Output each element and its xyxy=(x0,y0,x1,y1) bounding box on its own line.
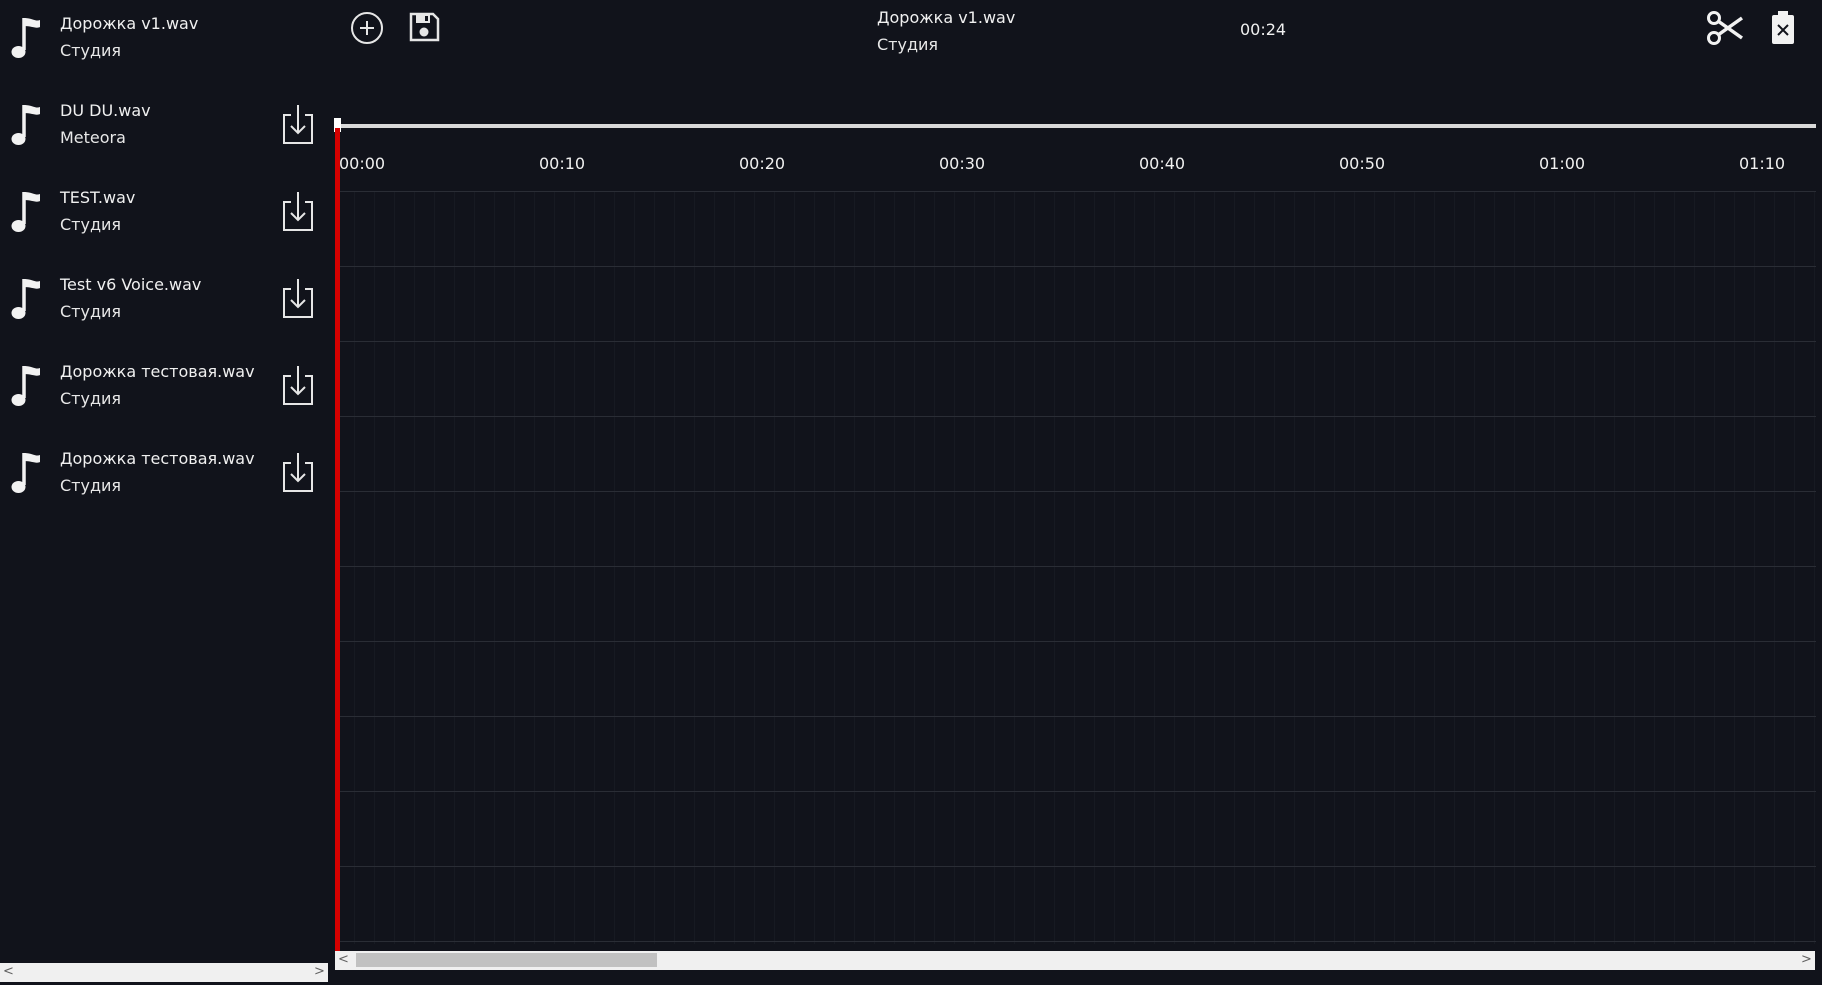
track-artist: Студия xyxy=(60,476,122,495)
music-note-icon xyxy=(11,453,40,493)
track-item[interactable]: DU DU.wav Meteora xyxy=(0,87,333,174)
add-circle-icon[interactable] xyxy=(350,11,384,45)
download-icon[interactable] xyxy=(280,451,316,495)
floppy-disk-icon[interactable] xyxy=(408,11,440,43)
time-tick: 00:20 xyxy=(739,154,786,173)
music-note-icon xyxy=(11,192,40,232)
scroll-right-arrow-icon[interactable]: > xyxy=(311,963,328,980)
music-note-icon xyxy=(11,18,40,58)
track-title: DU DU.wav xyxy=(60,101,151,120)
track-item[interactable]: Test v6 Voice.wav Студия xyxy=(0,261,333,348)
time-tick: 00:30 xyxy=(939,154,986,173)
time-tick: 01:10 xyxy=(1739,154,1786,173)
sidebar-scrollbar[interactable]: < > xyxy=(0,963,328,982)
music-note-icon xyxy=(11,366,40,406)
track-artist: Студия xyxy=(60,302,122,321)
timeline[interactable]: 00:00 00:10 00:20 00:30 00:40 00:50 01:0… xyxy=(334,110,1816,959)
track-item[interactable]: Дорожка тестовая.wav Студия xyxy=(0,435,333,522)
track-title: Дорожка v1.wav xyxy=(60,14,199,33)
now-playing-artist: Студия xyxy=(877,35,939,54)
track-artist: Студия xyxy=(60,389,122,408)
trash-icon[interactable] xyxy=(1770,10,1796,46)
track-artist: Студия xyxy=(60,41,122,60)
track-title: Дорожка тестовая.wav xyxy=(60,449,255,468)
scroll-left-arrow-icon[interactable]: < xyxy=(335,951,352,968)
time-tick: 01:00 xyxy=(1539,154,1586,173)
timeline-scrollbar[interactable]: < > xyxy=(335,951,1815,970)
time-tick: 00:10 xyxy=(539,154,586,173)
track-item[interactable]: Дорожка тестовая.wav Студия xyxy=(0,348,333,435)
download-icon[interactable] xyxy=(280,364,316,408)
track-item[interactable]: Дорожка v1.wav Студия xyxy=(0,0,333,87)
track-artist: Студия xyxy=(60,215,122,234)
track-list-sidebar: Дорожка v1.wav Студия DU DU.wav Meteora … xyxy=(0,0,333,985)
scroll-thumb[interactable] xyxy=(356,953,657,967)
download-icon[interactable] xyxy=(280,190,316,234)
track-title: Test v6 Voice.wav xyxy=(60,275,202,294)
download-icon[interactable] xyxy=(280,103,316,147)
now-playing-title: Дорожка v1.wav xyxy=(877,8,1016,27)
download-icon[interactable] xyxy=(280,277,316,321)
time-tick: 00:40 xyxy=(1139,154,1186,173)
music-note-icon xyxy=(11,105,40,145)
track-lanes-grid[interactable] xyxy=(335,192,1816,944)
playhead[interactable] xyxy=(335,128,340,959)
music-note-icon xyxy=(11,279,40,319)
scroll-left-arrow-icon[interactable]: < xyxy=(0,963,17,980)
time-tick: 00:50 xyxy=(1339,154,1386,173)
track-title: TEST.wav xyxy=(60,188,136,207)
time-tick: 00:00 xyxy=(339,154,386,173)
progress-track[interactable] xyxy=(335,124,1816,128)
current-time: 00:24 xyxy=(1240,20,1287,39)
track-artist: Meteora xyxy=(60,128,126,147)
scroll-right-arrow-icon[interactable]: > xyxy=(1798,951,1815,968)
track-title: Дорожка тестовая.wav xyxy=(60,362,255,381)
scissors-icon[interactable] xyxy=(1706,10,1744,46)
track-item[interactable]: TEST.wav Студия xyxy=(0,174,333,261)
